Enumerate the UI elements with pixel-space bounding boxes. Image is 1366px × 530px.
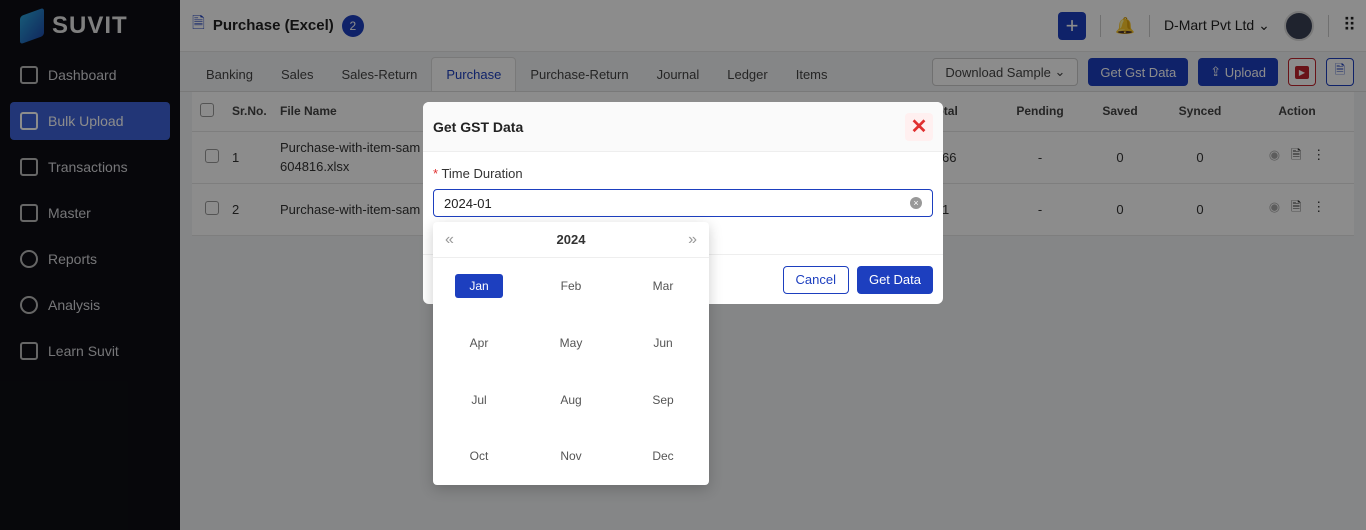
month-label: Feb: [560, 279, 582, 294]
required-mark: *: [433, 166, 439, 181]
modal-title: Get GST Data: [433, 118, 524, 135]
month-cell[interactable]: Apr: [433, 315, 525, 372]
month-cell[interactable]: Jul: [433, 371, 525, 428]
label-text: Time Duration: [441, 166, 523, 181]
month-cell[interactable]: May: [525, 315, 617, 372]
prev-year-button[interactable]: «: [445, 231, 454, 249]
month-label: Dec: [652, 449, 674, 464]
month-label: May: [559, 336, 583, 351]
time-duration-input[interactable]: 2024-01 ×: [433, 189, 933, 217]
month-cell[interactable]: Aug: [525, 371, 617, 428]
picker-year[interactable]: 2024: [557, 232, 586, 247]
month-cell[interactable]: Dec: [617, 428, 709, 485]
clear-icon[interactable]: ×: [910, 197, 922, 209]
next-year-button[interactable]: »: [688, 231, 697, 249]
cancel-button[interactable]: Cancel: [782, 265, 849, 294]
month-cell[interactable]: Mar: [617, 258, 709, 315]
month-grid: Jan Feb Mar Apr May Jun Jul Aug Sep Oct Nov Dec: [433, 258, 709, 485]
month-cell[interactable]: Nov: [525, 428, 617, 485]
month-label: Apr: [469, 336, 489, 351]
month-label: Mar: [652, 279, 674, 294]
month-label: Oct: [469, 449, 489, 464]
modal-header: Get GST Data ✕: [423, 102, 943, 152]
month-label: Nov: [560, 449, 582, 464]
month-cell[interactable]: Jan: [433, 258, 525, 315]
month-label: Sep: [652, 392, 674, 407]
month-label: Jun: [653, 336, 673, 351]
month-picker: « 2024 » Jan Feb Mar Apr May Jun Jul Aug Sep Oct N…: [433, 222, 709, 485]
month-cell[interactable]: Jun: [617, 315, 709, 372]
picker-header: « 2024 »: [433, 222, 709, 258]
time-duration-label: * Time Duration: [433, 166, 933, 181]
month-cell[interactable]: Sep: [617, 371, 709, 428]
close-icon[interactable]: ✕: [905, 112, 933, 141]
input-value: 2024-01: [444, 195, 492, 211]
month-cell[interactable]: Oct: [433, 428, 525, 485]
get-data-button[interactable]: Get Data: [856, 265, 933, 294]
month-label: Aug: [560, 392, 582, 407]
month-label: Jan: [455, 274, 503, 299]
month-cell[interactable]: Feb: [525, 258, 617, 315]
month-label: Jul: [471, 392, 487, 407]
